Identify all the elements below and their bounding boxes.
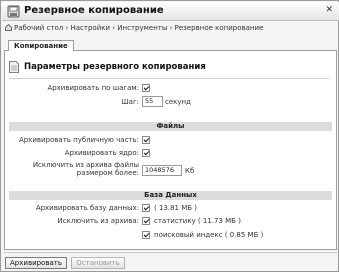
- backup-icon: [7, 5, 20, 18]
- archive-button[interactable]: Архивировать: [5, 257, 67, 269]
- stats-option-text: статистику ( 11.73 МБ ): [154, 217, 241, 225]
- tab-strip: Копирование: [4, 38, 337, 52]
- exclude-size-label-line2: размером более:: [76, 169, 139, 177]
- files-section-header: Файлы: [9, 122, 332, 131]
- db-exclude-label: Исключить из архива:: [57, 217, 140, 225]
- document-icon: [9, 61, 19, 73]
- stop-button[interactable]: Остановить: [71, 257, 125, 269]
- step-archive-checkbox[interactable]: [142, 84, 150, 92]
- search-index-checkbox[interactable]: [142, 231, 150, 239]
- db-size-text: ( 13.81 МБ ): [154, 204, 198, 212]
- stats-checkbox[interactable]: [142, 217, 150, 225]
- db-archive-label: Архивировать базу данных:: [35, 204, 139, 212]
- db-section-header: База Данных: [9, 191, 332, 200]
- core-archive-label: Архивировать ядро:: [64, 149, 139, 157]
- exclude-size-input[interactable]: 1048576: [142, 165, 182, 176]
- step-input[interactable]: 55: [142, 96, 163, 107]
- public-archive-checkbox[interactable]: [142, 136, 150, 144]
- breadcrumb-text[interactable]: Рабочий стол › Настройки › Инструменты ›…: [14, 24, 263, 32]
- home-icon[interactable]: [5, 24, 12, 31]
- step-label: Шаг:: [121, 98, 139, 106]
- divider: [4, 252, 337, 253]
- exclude-size-unit: Кб: [185, 167, 195, 175]
- close-icon[interactable]: ✕: [325, 5, 333, 15]
- public-archive-label: Архивировать публичную часть:: [18, 136, 139, 144]
- db-archive-checkbox[interactable]: [142, 204, 150, 212]
- breadcrumb: Рабочий стол › Настройки › Инструменты ›…: [5, 24, 263, 32]
- title-bar: Резервное копирование ✕: [2, 2, 339, 21]
- search-index-option-text: поисковый индекс ( 0.85 МБ ): [154, 231, 264, 239]
- step-archive-label: Архивировать по шагам:: [47, 84, 139, 92]
- window-title: Резервное копирование: [24, 5, 164, 16]
- core-archive-checkbox[interactable]: [142, 149, 150, 157]
- settings-panel: Параметры резервного копирования Архивир…: [4, 51, 337, 250]
- panel-title: Параметры резервного копирования: [24, 62, 206, 72]
- window: Резервное копирование ✕ Рабочий стол › Н…: [0, 0, 339, 272]
- step-unit: секунд: [165, 98, 191, 106]
- panel-header: Параметры резервного копирования: [9, 57, 329, 79]
